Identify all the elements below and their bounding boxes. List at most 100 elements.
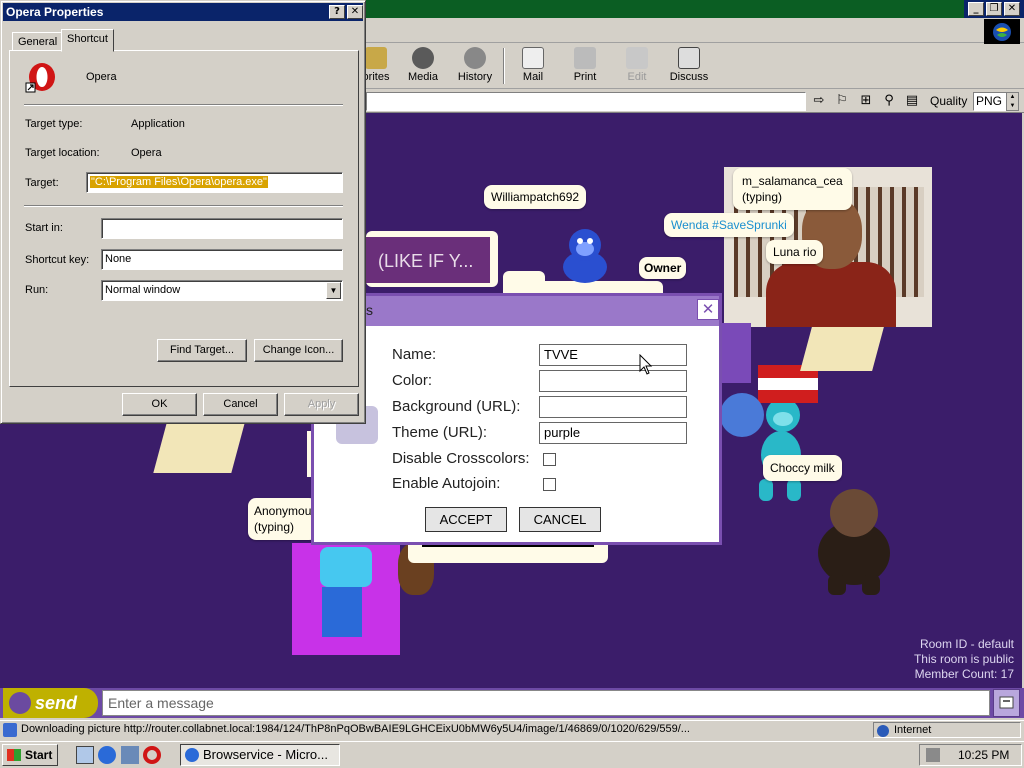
accept-button[interactable]: ACCEPT xyxy=(425,507,507,532)
avatar-blue-monkey[interactable] xyxy=(555,223,615,285)
edit-button[interactable]: Edit xyxy=(613,46,661,86)
quality-label: Quality xyxy=(930,94,968,108)
avatar-drawing[interactable] xyxy=(292,543,400,655)
member-count: Member Count: 17 xyxy=(914,667,1014,681)
status-text: Downloading picture http://router.collab… xyxy=(21,723,690,735)
edit-icon xyxy=(626,47,648,69)
show-desktop-icon[interactable] xyxy=(76,746,94,764)
divider xyxy=(24,104,343,106)
zone-label: Internet xyxy=(894,724,932,736)
properties-titlebar: Opera Properties ? ✕ xyxy=(3,3,363,21)
app-name: Opera xyxy=(86,71,117,83)
taskbar-window-button[interactable]: Browservice - Micro... xyxy=(180,744,340,766)
username-bubble[interactable]: Luna rio xyxy=(766,240,824,264)
print-button[interactable]: Print xyxy=(561,46,609,86)
send-button[interactable]: send xyxy=(3,688,98,718)
media-button[interactable]: Media xyxy=(399,46,447,86)
ie-window-icon xyxy=(185,748,199,762)
bookmark-icon[interactable]: ⚐ xyxy=(834,93,850,109)
settings-dialog-header: s ✕ xyxy=(314,296,719,326)
theme-label: Theme (URL): xyxy=(392,424,488,441)
close-button[interactable]: ✕ xyxy=(697,299,719,320)
security-zone: Internet xyxy=(873,722,1021,738)
background-label: Background (URL): xyxy=(392,398,521,415)
mouse-cursor-icon xyxy=(639,354,653,375)
ok-button[interactable]: OK xyxy=(122,393,197,416)
crosscolors-label: Disable Crosscolors: xyxy=(392,450,530,467)
target-input[interactable]: "C:\Program Files\Opera\opera.exe" xyxy=(86,172,343,193)
close-button[interactable]: ✕ xyxy=(1004,2,1020,16)
network-icon[interactable] xyxy=(121,746,139,764)
tab-shortcut[interactable]: Shortcut xyxy=(61,29,114,52)
crosscolors-checkbox[interactable] xyxy=(543,453,556,466)
username-bubble[interactable]: Choccy milk xyxy=(763,455,842,481)
favorites-label: orites xyxy=(362,71,390,83)
find-target-button[interactable]: Find Target... xyxy=(157,339,247,362)
avatar-purple[interactable] xyxy=(721,323,751,383)
change-icon-button[interactable]: Change Icon... xyxy=(254,339,343,362)
color-input[interactable] xyxy=(539,370,687,392)
name-label: Name: xyxy=(392,346,437,363)
opera-icon[interactable] xyxy=(143,746,161,764)
username-bubble[interactable]: Wenda #SaveSprunki xyxy=(664,213,794,237)
target-type-value: Application xyxy=(131,118,185,130)
start-label: Start xyxy=(25,748,53,762)
shortcut-key-input[interactable]: None xyxy=(101,249,343,270)
room-info: Room ID - default This room is public Me… xyxy=(914,637,1014,682)
username-bubble[interactable]: m_salamanca_cea (typing) xyxy=(733,168,852,210)
message-input[interactable]: Enter a message xyxy=(102,690,990,716)
history-icon xyxy=(464,47,486,69)
mail-icon xyxy=(522,47,544,69)
page-loading-icon xyxy=(3,723,17,737)
internet-explorer-icon[interactable] xyxy=(98,746,116,764)
tab-general[interactable]: General xyxy=(12,32,64,51)
close-button[interactable]: ✕ xyxy=(347,5,363,19)
name-input[interactable]: TVVE xyxy=(539,344,687,366)
start-in-input[interactable] xyxy=(101,218,343,239)
quality-spinner[interactable]: ▲ ▼ xyxy=(1006,92,1019,111)
favorites-icon xyxy=(365,47,387,69)
url-input[interactable] xyxy=(366,92,806,111)
target-location-label: Target location: xyxy=(25,147,100,159)
find-icon[interactable]: ⚲ xyxy=(881,93,897,109)
restore-button[interactable]: ❐ xyxy=(986,2,1002,16)
cancel-button[interactable]: Cancel xyxy=(203,393,278,416)
mail-button[interactable]: Mail xyxy=(509,46,557,86)
opera-properties-dialog: Opera Properties ? ✕ General Shortcut Op… xyxy=(0,0,366,424)
quality-select[interactable]: PNG xyxy=(973,92,1007,111)
run-select[interactable]: Normal window ▼ xyxy=(101,280,343,301)
titlebar-gradient xyxy=(364,0,964,18)
autojoin-checkbox[interactable] xyxy=(543,478,556,491)
minimize-button[interactable]: _ xyxy=(968,2,984,16)
bonzi-face-icon xyxy=(9,692,31,714)
avatar-clippy[interactable] xyxy=(153,423,245,473)
start-button[interactable]: Start xyxy=(2,744,58,766)
username-bubble[interactable]: Williampatch692 xyxy=(484,185,587,209)
clock[interactable]: 10:25 PM xyxy=(958,748,1009,762)
taskbar-window-label: Browservice - Micro... xyxy=(203,747,328,762)
zoom-icon[interactable]: ⊞ xyxy=(858,93,874,109)
chevron-down-icon[interactable]: ▼ xyxy=(326,282,341,299)
avatar-gorilla[interactable] xyxy=(808,483,900,598)
clipboard-icon[interactable]: ▤ xyxy=(904,93,920,109)
avatar-clippy[interactable] xyxy=(800,327,884,371)
background-url-input[interactable] xyxy=(539,396,687,418)
help-button[interactable]: ? xyxy=(329,5,345,19)
history-label: History xyxy=(457,71,493,83)
network-tray-icon[interactable] xyxy=(926,748,940,762)
username-bubble[interactable]: Anonymou (typing) xyxy=(248,498,318,540)
run-select-value: Normal window xyxy=(105,284,181,296)
apply-button[interactable]: Apply xyxy=(284,393,359,416)
target-type-label: Target type: xyxy=(25,118,83,130)
avatar-ball[interactable] xyxy=(720,393,764,437)
forward-arrow-icon[interactable]: ⇨ xyxy=(811,93,827,109)
start-in-label: Start in: xyxy=(25,222,63,234)
cancel-button[interactable]: CANCEL xyxy=(519,507,601,532)
send-label: send xyxy=(35,692,78,713)
room-visibility: This room is public xyxy=(913,652,1014,666)
theme-url-input[interactable]: purple xyxy=(539,422,687,444)
history-button[interactable]: History xyxy=(451,46,499,86)
target-label: Target: xyxy=(25,177,59,189)
discuss-button[interactable]: Discuss xyxy=(665,46,713,86)
chat-log-button[interactable] xyxy=(993,689,1020,717)
